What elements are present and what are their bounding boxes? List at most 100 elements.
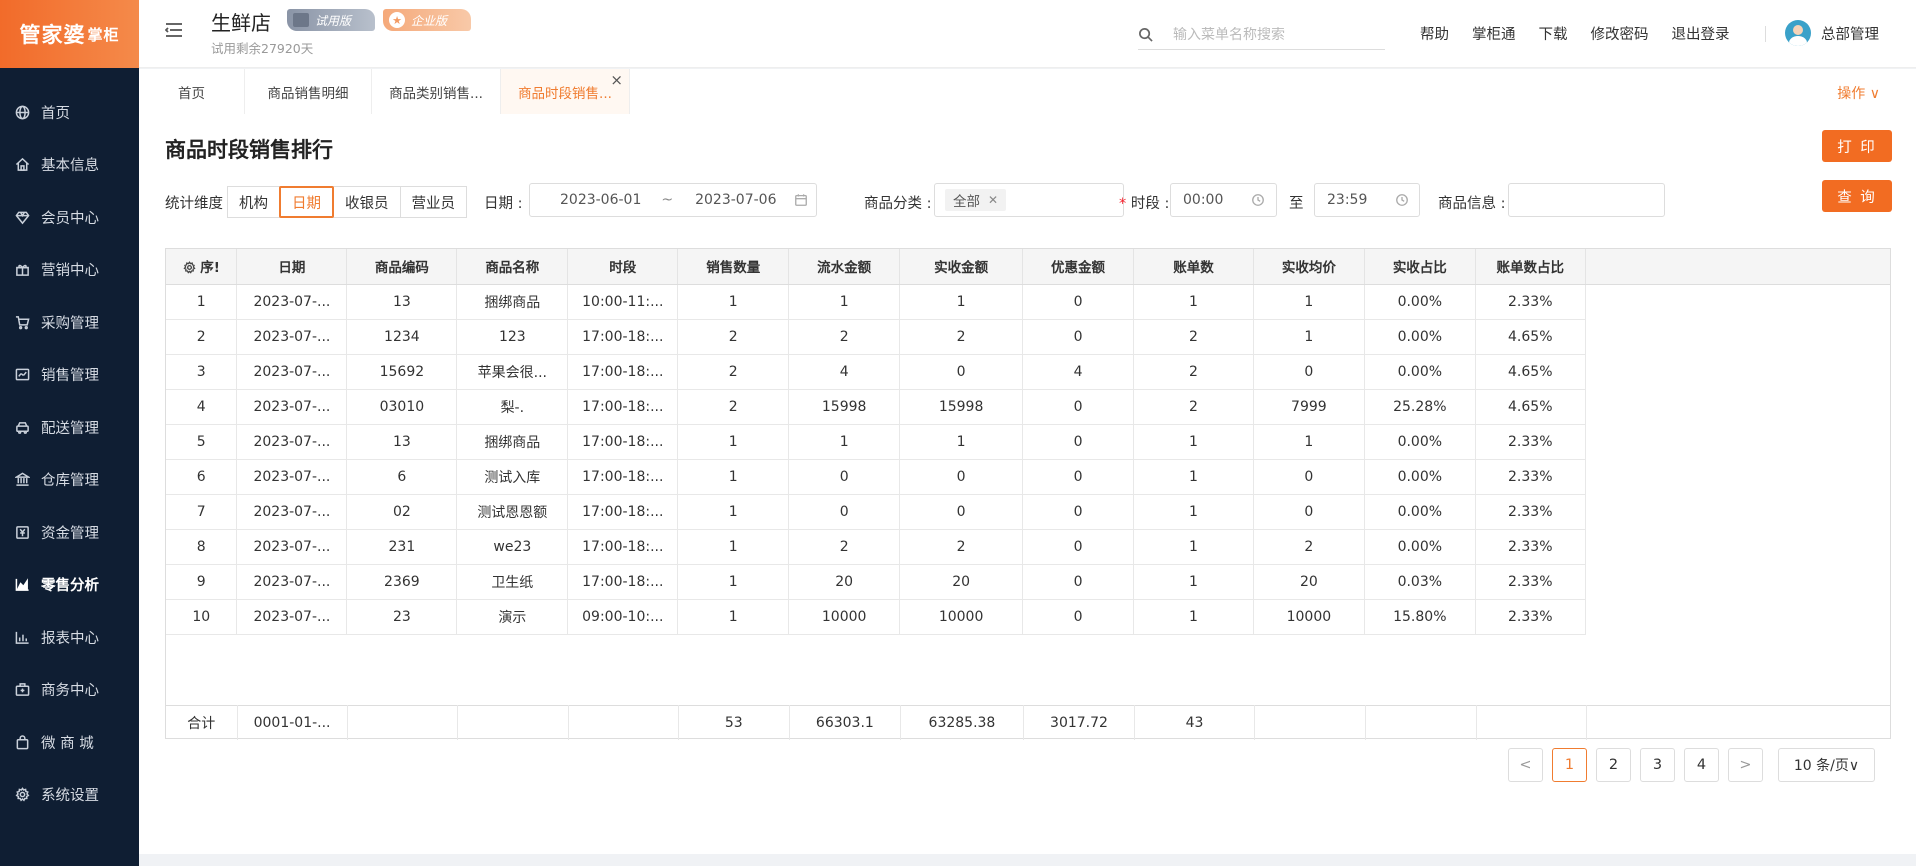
table-row[interactable]: 10 2023-07-... 23 演示 09:00-10:... 1 10000 10000…: [166, 599, 1890, 635]
next-page-button[interactable]: >: [1728, 748, 1763, 782]
col-header: 优惠金额: [1022, 249, 1134, 285]
sidebar-item-7[interactable]: 配送管理: [0, 401, 139, 454]
table-row[interactable]: 1 2023-07-... 13 捆绑商品 10:00-11:... 1 1 1 0 1 1 0.00…: [166, 284, 1890, 320]
sidebar-item-label: 报表中心: [41, 630, 99, 647]
sidebar-item-3[interactable]: 会员中心: [0, 191, 139, 244]
table-cell-filler: [1585, 389, 1890, 424]
zhanggui-link[interactable]: 掌柜通: [1472, 23, 1516, 44]
dimension-org[interactable]: 机构: [227, 186, 280, 218]
user-menu[interactable]: 总部管理: [1785, 20, 1879, 46]
dimension-salesperson[interactable]: 营业员: [399, 186, 467, 218]
table-cell: 4: [788, 354, 901, 390]
table-row[interactable]: 6 2023-07-... 6 测试入库 17:00-18:... 1 0 0 0 1 0 0.00%…: [166, 459, 1890, 495]
tab-goods-sales-detail[interactable]: 商品销售明细: [245, 69, 372, 114]
table-cell: 0: [788, 459, 901, 495]
sidebar-item-10[interactable]: 零售分析: [0, 559, 139, 612]
sidebar-item-12[interactable]: 商务中心: [0, 664, 139, 717]
table-row[interactable]: 2 2023-07-... 1234 123 17:00-18:... 2 2 2 0 2 1 0.0…: [166, 319, 1890, 355]
close-icon[interactable]: ×: [610, 71, 623, 89]
star-icon: ★: [389, 12, 405, 28]
table-cell: 2.33%: [1475, 564, 1586, 600]
help-link[interactable]: 帮助: [1420, 23, 1449, 44]
table-cell: 0: [1253, 354, 1365, 390]
page-button-3[interactable]: 3: [1640, 748, 1675, 782]
table-cell-filler: [1585, 564, 1890, 599]
sidebar-item-8[interactable]: 仓库管理: [0, 454, 139, 507]
table-row[interactable]: 8 2023-07-... 231 we23 17:00-18:... 1 2 2 0 1 2 0.0…: [166, 529, 1890, 565]
period-end-picker[interactable]: 23:59: [1314, 183, 1420, 217]
sidebar-item-label: 商务中心: [41, 683, 99, 700]
col-header: 商品名称: [456, 249, 569, 285]
table-cell: 0: [1253, 459, 1365, 495]
sidebar-item-5[interactable]: 采购管理: [0, 296, 139, 349]
table-cell: 1: [677, 564, 790, 600]
table-cell: 1: [788, 424, 901, 460]
tab-operations-button[interactable]: 操作 ∨: [1837, 83, 1880, 103]
close-icon[interactable]: ✕: [988, 193, 998, 207]
period-start-picker[interactable]: 00:00: [1170, 183, 1277, 217]
tab-category-sales[interactable]: 商品类别销售...: [372, 69, 501, 114]
sidebar-item-14[interactable]: 系统设置: [0, 769, 139, 822]
totals-label: 合计: [166, 705, 238, 740]
sidebar-item-label: 仓库管理: [41, 473, 99, 490]
dimension-cashier[interactable]: 收银员: [333, 186, 401, 218]
gear-icon[interactable]: [182, 260, 196, 276]
totals-cell: 63285.38: [900, 705, 1024, 740]
table-cell: 0: [1022, 424, 1134, 460]
totals-cell: 0001-01-...: [237, 705, 348, 740]
table-cell: 2: [1133, 354, 1254, 390]
sidebar-item-9[interactable]: 资金管理: [0, 506, 139, 559]
page-size-select[interactable]: 10 条/页∨: [1778, 748, 1875, 782]
table-cell: 1: [677, 424, 790, 460]
table-cell: 1: [677, 599, 790, 635]
change-password-link[interactable]: 修改密码: [1591, 23, 1649, 44]
sidebar-item-label: 会员中心: [41, 210, 99, 227]
main-content: 商品时段销售排行 打 印 查 询 统计维度 机构 日期 收银员 营业员 日期 : 20…: [139, 114, 1916, 854]
category-tag: 全部 ✕: [945, 189, 1007, 211]
category-select[interactable]: 全部 ✕: [934, 183, 1124, 217]
sidebar-item-1[interactable]: 首页: [0, 86, 139, 139]
table-row[interactable]: 4 2023-07-... 03010 梨-. 17:00-18:... 2 15998 15…: [166, 389, 1890, 425]
tab-bar: 首页 商品销售明细 商品类别销售... 商品时段销售... × 操作 ∨: [139, 69, 1916, 114]
print-button[interactable]: 打 印: [1822, 130, 1892, 162]
table-row[interactable]: 5 2023-07-... 13 捆绑商品 17:00-18:... 1 1 1 0 1 1 0.00…: [166, 424, 1890, 460]
dimension-date[interactable]: 日期: [279, 186, 334, 218]
totals-filler: [1587, 706, 1890, 740]
menu-toggle-icon[interactable]: [164, 22, 183, 38]
page-button-1[interactable]: 1: [1552, 748, 1587, 782]
query-button[interactable]: 查 询: [1822, 180, 1892, 212]
tab-home[interactable]: 首页: [139, 69, 245, 114]
sidebar-item-6[interactable]: 销售管理: [0, 349, 139, 402]
table-cell: 1: [1133, 529, 1254, 565]
table-cell: 15.80%: [1364, 599, 1476, 635]
search-input[interactable]: [1173, 26, 1383, 43]
table-row[interactable]: 3 2023-07-... 15692 苹果会很... 17:00-18:... 2 4 0 4…: [166, 354, 1890, 390]
table-row[interactable]: 9 2023-07-... 2369 卫生纸 17:00-18:... 1 20 20 0 1 20…: [166, 564, 1890, 600]
table-row[interactable]: 7 2023-07-... 02 测试恩恩额 17:00-18:... 1 0 0 0 1 0 0.0…: [166, 494, 1890, 530]
sidebar-item-2[interactable]: 基本信息: [0, 139, 139, 192]
briefcase-icon: [14, 682, 30, 698]
page-button-2[interactable]: 2: [1596, 748, 1631, 782]
goods-info-field[interactable]: [1508, 183, 1665, 217]
sidebar-item-13[interactable]: 微 商 城: [0, 716, 139, 769]
col-header: 账单数占比: [1475, 249, 1586, 285]
table-cell: 15998: [788, 389, 901, 425]
col-header: 实收金额: [899, 249, 1024, 285]
logo-main: 管家婆: [19, 23, 86, 47]
table-cell: 0: [1022, 564, 1134, 600]
sidebar-item-11[interactable]: 报表中心: [0, 611, 139, 664]
table-cell: 苹果会很...: [456, 354, 569, 390]
page-button-4[interactable]: 4: [1684, 748, 1719, 782]
date-range-picker[interactable]: 2023-06-01 ~ 2023-07-06: [529, 183, 817, 217]
prev-page-button[interactable]: <: [1508, 748, 1543, 782]
sidebar-item-label: 基本信息: [41, 158, 99, 175]
data-table: 序! 日期 商品编码 商品名称 时段 销售数量 流水金额 实收金额 优惠金额 账单数 实收均价 实收占…: [165, 248, 1891, 740]
gift-icon: [14, 262, 30, 278]
table-cell: 20: [788, 564, 901, 600]
enterprise-badge: ★ 企业版: [383, 9, 471, 31]
download-link[interactable]: 下载: [1539, 23, 1568, 44]
logout-link[interactable]: 退出登录: [1672, 23, 1730, 44]
tab-label: 商品类别销售...: [389, 85, 483, 102]
sidebar-item-4[interactable]: 营销中心: [0, 244, 139, 297]
tab-period-sales[interactable]: 商品时段销售... ×: [501, 69, 630, 114]
